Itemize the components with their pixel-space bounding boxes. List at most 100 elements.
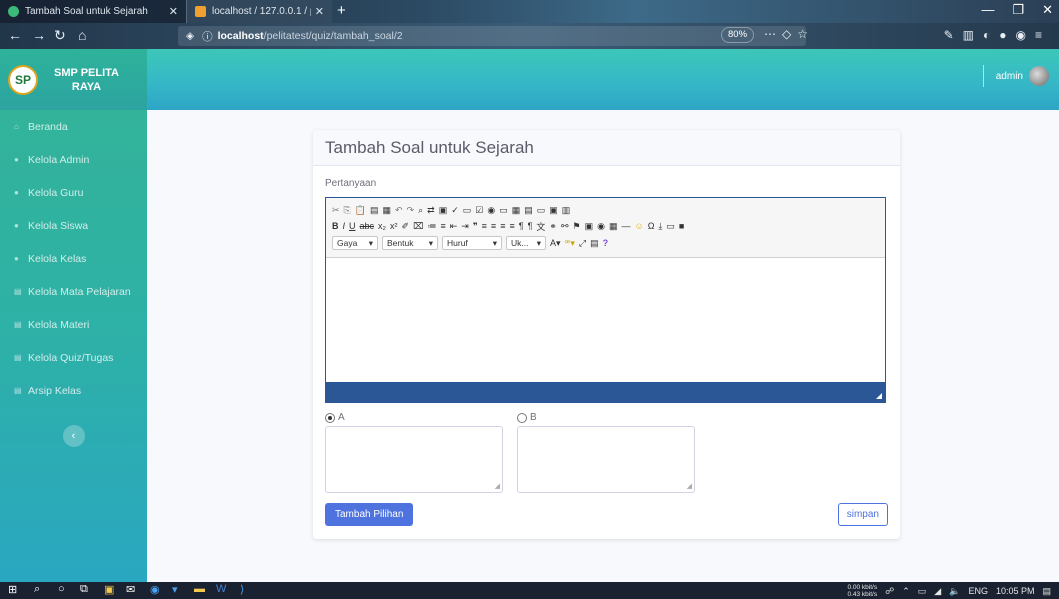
new-tab-button[interactable]: + bbox=[337, 2, 346, 19]
radio-icon[interactable]: ◉ bbox=[487, 205, 495, 216]
iframe-icon[interactable]: ▭ bbox=[666, 221, 675, 232]
add-choice-button[interactable]: Tambah Pilihan bbox=[325, 503, 414, 526]
sidebar-item-kelola-materi[interactable]: ▤ Kelola Materi bbox=[0, 308, 147, 341]
tray-chevron-icon[interactable]: ⌃ bbox=[902, 586, 910, 597]
windows-start-icon[interactable]: ⊞ bbox=[8, 583, 17, 596]
textarea-icon[interactable]: ▦ bbox=[512, 205, 521, 216]
align-right-icon[interactable]: ≡ bbox=[500, 221, 505, 231]
resize-handle-icon[interactable]: ◢ bbox=[495, 482, 500, 490]
style-dropdown[interactable]: Gaya ▾ bbox=[332, 236, 378, 250]
redo-icon[interactable]: ↷ bbox=[407, 205, 415, 216]
anchor-icon[interactable]: ⚑ bbox=[573, 221, 581, 232]
flash-icon[interactable]: ◉ bbox=[597, 221, 605, 232]
find-icon[interactable]: ⌕ bbox=[418, 205, 423, 216]
task-view-icon[interactable]: ⧉ bbox=[80, 583, 88, 596]
library-icon[interactable]: ▥ bbox=[963, 28, 983, 42]
resize-handle-icon[interactable]: ◢ bbox=[687, 482, 692, 490]
sidebar-item-kelola-mata-pelajaran[interactable]: ▤ Kelola Mata Pelajaran bbox=[0, 275, 147, 308]
option-a-textarea[interactable]: ◢ bbox=[325, 426, 503, 493]
indent-icon[interactable]: ⇥ bbox=[461, 221, 469, 232]
clock[interactable]: 10:05 PM bbox=[996, 586, 1035, 596]
blockquote-icon[interactable]: ❞ bbox=[473, 221, 478, 232]
align-left-icon[interactable]: ≡ bbox=[482, 221, 487, 231]
forward-arrow-icon[interactable]: → bbox=[32, 27, 46, 43]
sidebar-item-kelola-guru[interactable]: ● Kelola Guru bbox=[0, 176, 147, 209]
reload-icon[interactable]: ↻ bbox=[54, 27, 66, 44]
language-icon[interactable]: 文 bbox=[536, 220, 545, 233]
bold-icon[interactable]: B bbox=[332, 221, 339, 231]
tab-close-icon[interactable]: ✕ bbox=[169, 5, 178, 18]
people-icon[interactable]: ☍ bbox=[885, 586, 894, 597]
pen-icon[interactable]: ✎ bbox=[944, 28, 963, 42]
brand[interactable]: SP SMP PELITA RAYA bbox=[0, 49, 147, 110]
mail-icon[interactable]: ✉ bbox=[126, 583, 135, 596]
unlink-icon[interactable]: ⚯ bbox=[561, 221, 569, 232]
browser-tab[interactable]: localhost / 127.0.0.1 / pelita / ... ✕ bbox=[186, 0, 332, 23]
textfield-icon[interactable]: ▭ bbox=[499, 205, 508, 216]
link-icon[interactable]: ⚭ bbox=[549, 221, 557, 232]
checkbox-icon[interactable]: ☑ bbox=[475, 205, 483, 216]
volume-icon[interactable]: 🔈 bbox=[949, 586, 960, 597]
select-icon[interactable]: ▤ bbox=[524, 205, 533, 216]
italic-icon[interactable]: I bbox=[343, 221, 346, 231]
sidebar-item-arsip-kelas[interactable]: ▤ Arsip Kelas bbox=[0, 374, 147, 407]
subscript-icon[interactable]: x₂ bbox=[378, 221, 386, 231]
tab-close-icon[interactable]: ✕ bbox=[315, 5, 324, 18]
cut-icon[interactable]: ✂ bbox=[332, 205, 340, 216]
extension-icon[interactable]: ◉ bbox=[1016, 28, 1035, 42]
show-blocks-icon[interactable]: ▤ bbox=[590, 238, 599, 249]
undo-icon[interactable]: ↶ bbox=[395, 205, 403, 216]
maximize-button[interactable]: ❐ bbox=[1012, 2, 1024, 18]
paste-icon[interactable]: 📋 bbox=[355, 205, 366, 216]
strike-icon[interactable]: abc bbox=[360, 221, 375, 231]
format-dropdown[interactable]: Bentuk ▾ bbox=[382, 236, 438, 250]
more-actions-icon[interactable]: ⋯ bbox=[764, 27, 782, 41]
user-menu[interactable]: admin bbox=[982, 65, 1049, 87]
language-indicator[interactable]: ENG bbox=[968, 586, 988, 596]
option-b-radio[interactable]: B bbox=[517, 412, 537, 423]
paste-word-icon[interactable]: ▦ bbox=[382, 205, 391, 216]
sync-icon[interactable]: ◐ bbox=[983, 28, 999, 42]
address-bar[interactable]: ◈ ⓘ localhost /pelitatest/quiz/tambah_so… bbox=[178, 26, 806, 46]
bg-color-icon[interactable]: ꟹ▾ bbox=[565, 238, 575, 249]
help-icon[interactable]: ? bbox=[603, 238, 609, 248]
select-all-icon[interactable]: ▣ bbox=[439, 205, 448, 216]
notification-icon[interactable]: ▤ bbox=[1042, 586, 1051, 597]
text-color-icon[interactable]: A▾ bbox=[550, 238, 561, 249]
bullet-list-icon[interactable]: ≡ bbox=[440, 221, 445, 231]
hr-icon[interactable]: ― bbox=[621, 221, 630, 231]
menu-icon[interactable]: ≡ bbox=[1035, 28, 1051, 42]
wifi-icon[interactable]: ◢ bbox=[934, 586, 941, 597]
browser-tab-active[interactable]: Tambah Soal untuk Sejarah ✕ bbox=[0, 0, 186, 23]
cortana-icon[interactable]: ○ bbox=[58, 583, 65, 595]
save-button[interactable]: simpan bbox=[837, 503, 888, 526]
bookmark-star-icon[interactable]: ☆ bbox=[797, 27, 814, 41]
minimize-button[interactable]: — bbox=[981, 2, 994, 18]
pagebreak-icon[interactable]: ⤓ bbox=[658, 221, 662, 232]
maximize-icon[interactable]: ⤢ bbox=[579, 238, 586, 249]
store-icon[interactable]: ▣ bbox=[104, 583, 114, 596]
align-center-icon[interactable]: ≡ bbox=[491, 221, 496, 231]
table-icon[interactable]: ▦ bbox=[609, 221, 618, 232]
battery-icon[interactable]: ▭ bbox=[918, 586, 927, 597]
spellcheck-icon[interactable]: ✓ bbox=[451, 205, 459, 216]
sidebar-item-kelola-kelas[interactable]: ● Kelola Kelas bbox=[0, 242, 147, 275]
special-char-icon[interactable]: Ω bbox=[648, 221, 655, 231]
word-icon[interactable]: W bbox=[216, 583, 226, 595]
zoom-level[interactable]: 80% bbox=[721, 27, 755, 43]
replace-icon[interactable]: ⇄ bbox=[427, 205, 435, 216]
paste-text-icon[interactable]: ▤ bbox=[370, 205, 379, 216]
resize-handle-icon[interactable] bbox=[876, 393, 882, 399]
smiley-icon[interactable]: ☺ bbox=[634, 221, 643, 231]
editor-content-area[interactable] bbox=[326, 258, 885, 382]
ltr-icon[interactable]: ¶ bbox=[519, 221, 524, 231]
home-icon[interactable]: ⌂ bbox=[78, 27, 86, 43]
file-explorer-icon[interactable]: ▬ bbox=[194, 583, 205, 595]
sidebar-item-kelola-admin[interactable]: ● Kelola Admin bbox=[0, 143, 147, 176]
font-dropdown[interactable]: Huruf ▾ bbox=[442, 236, 502, 250]
outdent-icon[interactable]: ⇤ bbox=[450, 221, 458, 232]
close-window-button[interactable]: ✕ bbox=[1042, 2, 1053, 18]
justify-icon[interactable]: ≡ bbox=[509, 221, 514, 231]
hidden-field-icon[interactable]: ▥ bbox=[562, 205, 571, 216]
copy-format-icon[interactable]: ⌧ bbox=[413, 221, 423, 232]
